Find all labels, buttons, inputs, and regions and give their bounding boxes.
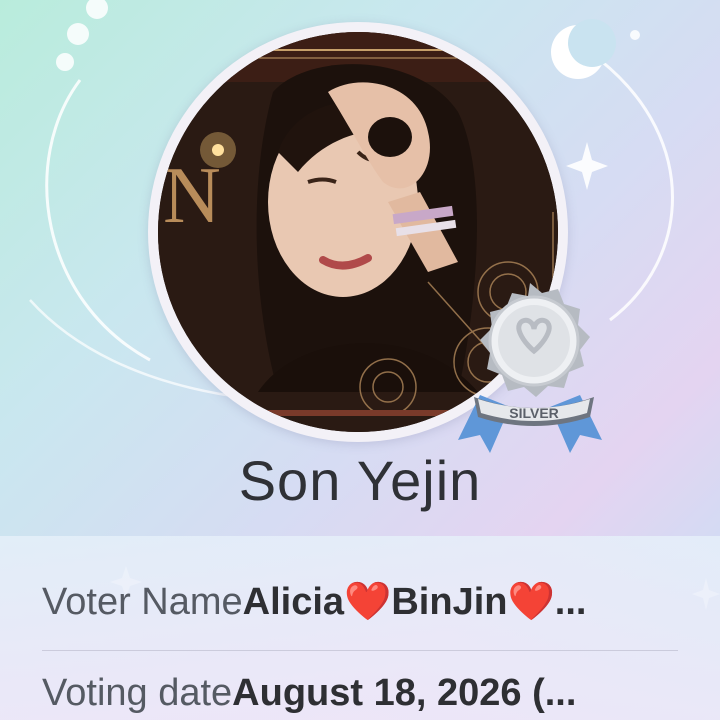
moon-icon — [551, 19, 616, 79]
bubble-dot — [86, 0, 108, 19]
orbit-line-right — [599, 58, 674, 322]
voting-date-row: Voting dateAugust 18, 2026 (... — [42, 672, 682, 715]
divider — [42, 650, 678, 651]
voter-name-row: Voter NameAlicia❤️BinJin❤️... — [42, 580, 682, 624]
bubble-dot — [630, 30, 640, 40]
voter-name-label: Voter Name — [42, 581, 243, 623]
bubble-dot — [56, 53, 74, 71]
badge-medal — [480, 283, 590, 397]
voting-date-value: August 18, 2026 (... — [232, 672, 577, 714]
sparkle-icon — [566, 142, 608, 190]
voting-date-label: Voting date — [42, 672, 233, 714]
idol-name: Son Yejin — [238, 449, 482, 512]
silver-badge: SILVER — [458, 283, 602, 453]
badge-label: SILVER — [509, 405, 559, 421]
bubble-dot — [67, 23, 89, 45]
voter-name-value: Alicia❤️BinJin❤️... — [242, 581, 587, 623]
orbit-line-left — [45, 79, 151, 362]
